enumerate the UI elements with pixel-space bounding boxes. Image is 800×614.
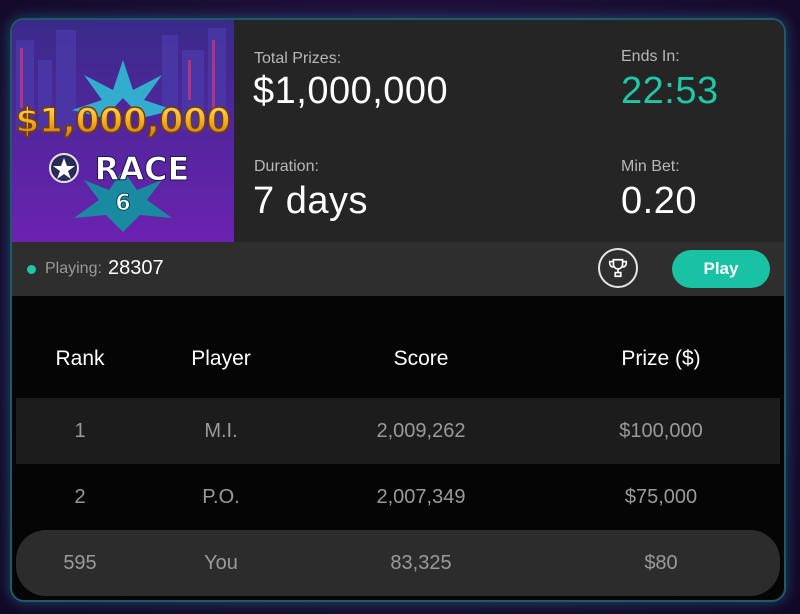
ends-in-label: Ends In: <box>621 48 680 65</box>
players-status-bar: Playing: 28307 Play <box>12 242 784 296</box>
table-row: 2 P.O. 2,007,349 $75,000 <box>16 464 780 530</box>
player-cell: M.I. <box>204 420 238 442</box>
column-header-rank: Rank <box>55 347 105 370</box>
online-status-dot-icon <box>27 265 36 274</box>
table-row: 1 M.I. 2,009,262 $100,000 <box>16 398 780 464</box>
race-banner-art: $1,000,000 RACE 6 <box>12 20 234 242</box>
race-card: $1,000,000 RACE 6 Total Prizes: $1,000,0… <box>10 18 786 602</box>
prize-cell: $75,000 <box>624 486 698 508</box>
score-cell: 83,325 <box>390 552 452 574</box>
rank-cell: 1 <box>74 420 86 442</box>
banner-race-text: RACE <box>95 150 190 188</box>
score-cell: 2,009,262 <box>376 420 466 442</box>
player-cell: You <box>204 552 238 574</box>
banner-amount: $1,000,000 <box>15 101 230 141</box>
min-bet-label: Min Bet: <box>621 158 680 175</box>
current-user-row: 595 You 83,325 $80 <box>16 530 780 596</box>
ends-in-value: 22:53 <box>621 70 719 112</box>
column-header-player: Player <box>191 347 251 370</box>
player-cell: P.O. <box>202 486 240 508</box>
column-header-score: Score <box>393 347 449 370</box>
total-prizes-label: Total Prizes: <box>254 50 342 67</box>
race-header: $1,000,000 RACE 6 Total Prizes: $1,000,0… <box>12 20 784 242</box>
leaderboard-trophy-button[interactable] <box>598 248 638 288</box>
leaderboard-header: Rank Player Score Prize ($) <box>16 326 780 392</box>
total-prizes-value: $1,000,000 <box>253 70 449 112</box>
min-bet-value: 0.20 <box>621 180 697 222</box>
trophy-icon <box>608 258 628 278</box>
duration-value: 7 days <box>253 180 368 222</box>
score-cell: 2,007,349 <box>376 486 466 508</box>
playing-count: 28307 <box>108 257 164 279</box>
playing-label: Playing: <box>45 260 102 277</box>
prize-cell: $80 <box>644 552 678 574</box>
banner-race-number: 6 <box>115 191 130 216</box>
rank-cell: 2 <box>74 486 86 508</box>
duration-label: Duration: <box>254 158 319 175</box>
race-banner-image: $1,000,000 RACE 6 <box>12 20 234 242</box>
column-header-prize: Prize ($) <box>621 347 701 370</box>
prize-cell: $100,000 <box>619 420 703 442</box>
rank-cell: 595 <box>63 552 97 574</box>
play-button[interactable]: Play <box>672 250 770 288</box>
